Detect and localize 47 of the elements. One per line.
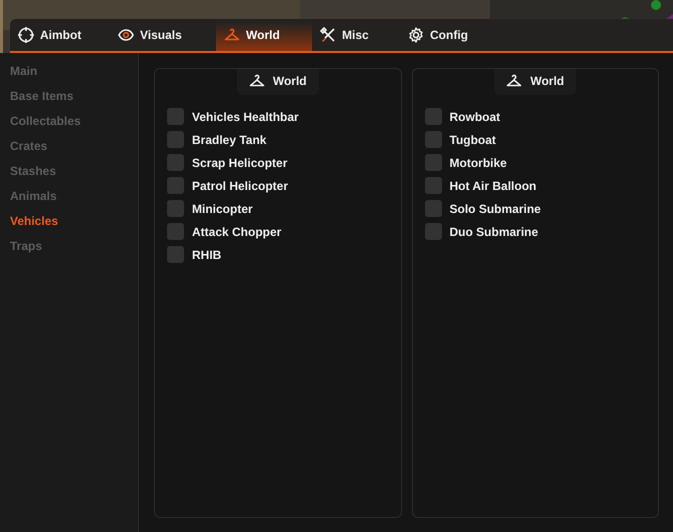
option-label: Solo Submarine: [450, 202, 541, 216]
checkbox[interactable]: [167, 177, 184, 194]
hanger-icon: [506, 73, 522, 89]
tab[interactable]: Misc: [312, 19, 400, 51]
sidebar-item[interactable]: Traps: [0, 234, 138, 259]
tab[interactable]: Visuals: [110, 19, 216, 51]
hanger-icon: [248, 73, 265, 89]
checkbox[interactable]: [424, 108, 442, 125]
sidebar-item[interactable]: Vehicles: [0, 209, 138, 234]
hanger-icon: [224, 27, 240, 43]
checkbox[interactable]: [424, 177, 442, 194]
option-label: Tugboat: [450, 132, 496, 146]
checkbox[interactable]: [167, 154, 184, 171]
tools-icon: [320, 27, 336, 43]
checkbox[interactable]: [167, 246, 184, 263]
checkbox[interactable]: [167, 131, 184, 148]
option-label: Minicopter: [192, 202, 253, 216]
sidebar-item[interactable]: Collectables: [0, 109, 138, 134]
settings-icon: [408, 27, 424, 43]
checkbox[interactable]: [424, 154, 442, 171]
panel-title: World: [530, 74, 564, 88]
option-label: Patrol Helicopter: [192, 178, 288, 192]
sidebar-item[interactable]: Main: [0, 59, 138, 84]
tab[interactable]: Aimbot: [10, 19, 110, 51]
tab[interactable]: Config: [400, 19, 490, 51]
checkbox[interactable]: [167, 108, 184, 125]
option-label: Motorbike: [450, 156, 507, 170]
option-label: Hot Air Balloon: [450, 178, 536, 192]
checkbox[interactable]: [424, 223, 442, 240]
checkbox[interactable]: [167, 200, 184, 217]
sidebar-item[interactable]: Base Items: [0, 84, 138, 109]
checkbox[interactable]: [424, 131, 442, 148]
crosshair-icon: [18, 27, 34, 43]
eye-icon: [118, 27, 134, 43]
sidebar-item[interactable]: Animals: [0, 184, 138, 209]
checkbox[interactable]: [167, 223, 184, 240]
checkbox[interactable]: [424, 200, 442, 217]
sidebar-item[interactable]: Crates: [0, 134, 138, 159]
option-label: RHIB: [192, 248, 222, 262]
option-label: Duo Submarine: [450, 224, 538, 238]
sidebar-item[interactable]: Stashes: [0, 159, 138, 184]
option-label: Rowboat: [450, 110, 500, 124]
option-label: Attack Chopper: [192, 224, 282, 238]
panel-title: World: [272, 74, 307, 88]
option-label: Bradley Tank: [192, 132, 266, 146]
option-label: Vehicles Healthbar: [192, 110, 299, 124]
option-label: Scrap Helicopter: [192, 156, 288, 170]
